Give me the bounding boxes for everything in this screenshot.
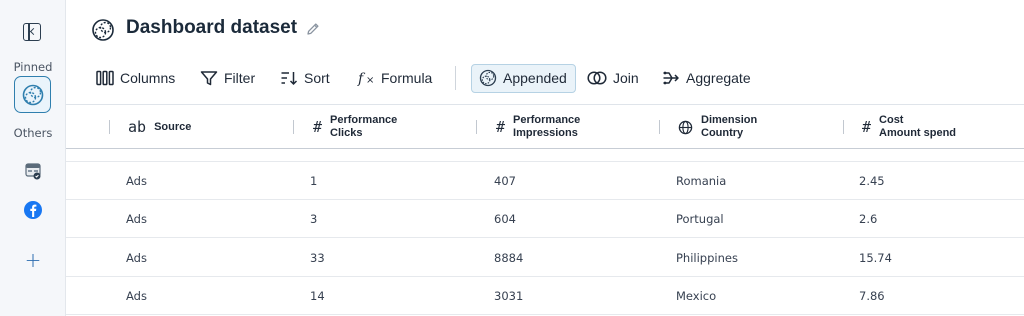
cell-source: Ads bbox=[126, 251, 147, 265]
others-label: Others bbox=[13, 126, 53, 140]
table-header: ab Source # Performance Clicks # Perform… bbox=[66, 104, 1024, 149]
pencil-icon[interactable] bbox=[305, 21, 321, 41]
filter-icon bbox=[200, 71, 218, 86]
column-separator[interactable] bbox=[843, 120, 844, 134]
column-header-sublabel: Amount spend bbox=[879, 127, 957, 139]
column-header-label: Performance bbox=[513, 114, 581, 126]
toolbar-divider bbox=[455, 66, 456, 90]
cell-amount-spend: 2.45 bbox=[859, 174, 885, 188]
partial-row bbox=[66, 149, 1024, 162]
number-type-icon: # bbox=[496, 118, 506, 136]
sidebar: Pinned Others + bbox=[0, 0, 66, 316]
collapse-sidebar-icon[interactable] bbox=[23, 23, 41, 41]
cell-country: Mexico bbox=[676, 289, 717, 303]
cell-amount-spend: 2.6 bbox=[859, 212, 878, 226]
join-button[interactable]: Join bbox=[587, 64, 639, 92]
table-row[interactable]: Ads 14 3031 Mexico 7.86 bbox=[66, 277, 1024, 315]
cell-impressions: 407 bbox=[494, 174, 516, 188]
cell-clicks: 1 bbox=[310, 174, 318, 188]
sort-icon bbox=[281, 72, 298, 86]
add-source-button[interactable]: + bbox=[22, 249, 44, 271]
columns-label: Columns bbox=[120, 70, 176, 86]
table-row[interactable]: Ads 1 407 Romania 2.45 bbox=[66, 162, 1024, 200]
column-header-country[interactable]: Dimension Country bbox=[678, 105, 757, 149]
cell-impressions: 604 bbox=[494, 212, 516, 226]
column-separator[interactable] bbox=[659, 120, 660, 134]
column-header-label: Cost bbox=[879, 114, 904, 126]
cell-source: Ads bbox=[126, 174, 147, 188]
table-row[interactable]: Ads 3 604 Portugal 2.6 bbox=[66, 200, 1024, 238]
column-header-label: Performance bbox=[330, 114, 398, 126]
appended-button[interactable]: Appended bbox=[471, 63, 576, 93]
filter-button[interactable]: Filter bbox=[200, 64, 255, 92]
pinned-label: Pinned bbox=[13, 60, 53, 74]
filter-label: Filter bbox=[224, 70, 256, 86]
cell-country: Portugal bbox=[676, 212, 724, 226]
column-header-label: Dimension bbox=[701, 114, 758, 126]
column-separator[interactable] bbox=[109, 120, 110, 134]
number-type-icon: # bbox=[862, 118, 872, 136]
formula-button[interactable]: f × Formula bbox=[357, 64, 432, 92]
column-header-impressions[interactable]: # Performance Impressions bbox=[496, 105, 580, 149]
number-type-icon: # bbox=[313, 118, 323, 136]
column-header-source[interactable]: ab Source bbox=[128, 105, 191, 149]
facebook-icon[interactable] bbox=[22, 199, 44, 221]
column-header-sublabel: Impressions bbox=[513, 127, 578, 139]
cell-clicks: 3 bbox=[310, 212, 318, 226]
columns-icon bbox=[96, 70, 114, 86]
appended-label: Appended bbox=[503, 70, 567, 86]
column-header-clicks[interactable]: # Performance Clicks bbox=[313, 105, 397, 149]
dataset-title-icon bbox=[91, 18, 115, 46]
cell-country: Philippines bbox=[676, 251, 738, 265]
cell-amount-spend: 7.86 bbox=[859, 289, 885, 303]
svg-text:×: × bbox=[366, 75, 374, 86]
cell-source: Ads bbox=[126, 289, 147, 303]
append-icon bbox=[479, 69, 497, 87]
column-header-amount-spend[interactable]: # Cost Amount spend bbox=[862, 105, 956, 149]
column-header-label: Source bbox=[154, 120, 192, 133]
aggregate-label: Aggregate bbox=[686, 70, 751, 86]
cell-source: Ads bbox=[126, 212, 147, 226]
pinned-dataset-button[interactable] bbox=[14, 76, 51, 113]
globe-icon bbox=[678, 120, 693, 134]
cell-country: Romania bbox=[676, 174, 727, 188]
columns-button[interactable]: Columns bbox=[96, 64, 175, 92]
formula-icon: f × bbox=[357, 71, 374, 86]
cell-clicks: 14 bbox=[310, 289, 325, 303]
sort-label: Sort bbox=[304, 70, 330, 86]
join-label: Join bbox=[613, 70, 639, 86]
column-separator[interactable] bbox=[293, 120, 294, 134]
text-type-icon: ab bbox=[128, 118, 147, 136]
column-separator[interactable] bbox=[476, 120, 477, 134]
google-sheets-source-icon[interactable] bbox=[22, 160, 44, 182]
cell-amount-spend: 15.74 bbox=[859, 251, 892, 265]
column-header-sublabel: Country bbox=[701, 127, 744, 139]
cell-impressions: 8884 bbox=[494, 251, 524, 265]
join-icon bbox=[587, 71, 607, 85]
page-title: Dashboard dataset bbox=[126, 17, 298, 38]
svg-text:f: f bbox=[357, 71, 366, 86]
table-row[interactable]: Ads 33 8884 Philippines 15.74 bbox=[66, 239, 1024, 277]
aggregate-button[interactable]: Aggregate bbox=[662, 64, 751, 92]
sort-button[interactable]: Sort bbox=[280, 64, 330, 92]
cell-impressions: 3031 bbox=[494, 289, 524, 303]
column-header-sublabel: Clicks bbox=[330, 127, 363, 139]
formula-label: Formula bbox=[381, 70, 433, 86]
aggregate-icon bbox=[663, 71, 679, 85]
dataset-icon bbox=[22, 84, 43, 105]
cell-clicks: 33 bbox=[310, 251, 325, 265]
